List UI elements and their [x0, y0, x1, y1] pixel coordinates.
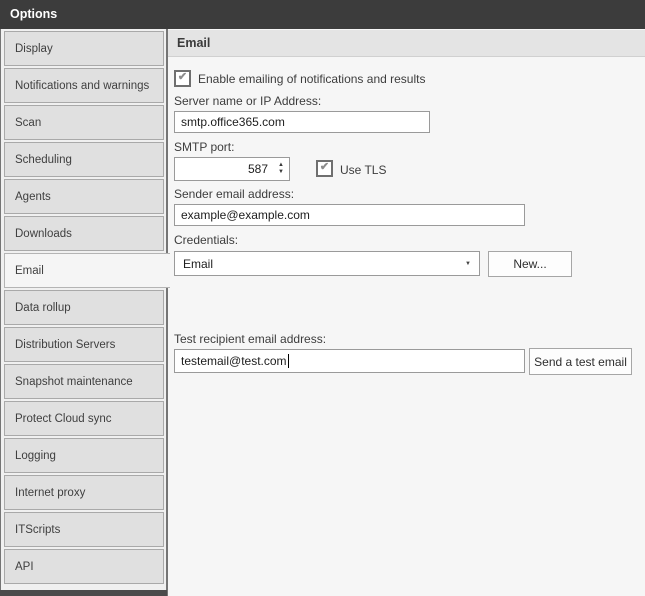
sidebar-item-distribution-servers[interactable]: Distribution Servers — [4, 327, 164, 362]
test-recipient-label: Test recipient email address: — [174, 332, 327, 346]
sidebar-item-downloads[interactable]: Downloads — [4, 216, 164, 251]
sidebar-item-notifications-and-warnings[interactable]: Notifications and warnings — [4, 68, 164, 103]
sidebar-item-itscripts[interactable]: ITScripts — [4, 512, 164, 547]
sidebar-item-label: Downloads — [15, 227, 72, 240]
credentials-selected-value: Email — [183, 256, 214, 271]
spinner-down-icon[interactable]: ▼ — [278, 169, 284, 176]
server-name-input[interactable] — [174, 111, 430, 133]
sidebar-item-api[interactable]: API — [4, 549, 164, 584]
sidebar-item-protect-cloud-sync[interactable]: Protect Cloud sync — [4, 401, 164, 436]
chevron-down-icon: ▼ — [465, 260, 471, 267]
credentials-dropdown[interactable]: Email ▼ — [174, 251, 480, 276]
sidebar-item-email[interactable]: Email — [4, 253, 170, 288]
sidebar-item-label: Protect Cloud sync — [15, 412, 112, 425]
sidebar-item-label: Logging — [15, 449, 56, 462]
sidebar-item-label: Snapshot maintenance — [15, 375, 133, 388]
sidebar-item-scheduling[interactable]: Scheduling — [4, 142, 164, 177]
use-tls-checkbox[interactable]: ✔ — [316, 160, 333, 177]
sidebar-item-label: Scan — [15, 116, 42, 129]
panel-title: Email — [177, 36, 211, 50]
sidebar-item-label: Scheduling — [15, 153, 72, 166]
enable-emailing-checkbox[interactable]: ✔ — [174, 70, 191, 87]
sender-email-label: Sender email address: — [174, 187, 295, 201]
test-recipient-input[interactable]: testemail@test.com — [174, 349, 525, 373]
sidebar-item-label: Distribution Servers — [15, 338, 116, 351]
sidebar-item-data-rollup[interactable]: Data rollup — [4, 290, 164, 325]
sidebar-item-label: ITScripts — [15, 523, 61, 536]
sidebar-item-agents[interactable]: Agents — [4, 179, 164, 214]
sidebar-separator — [166, 29, 168, 596]
test-recipient-value: testemail@test.com — [181, 354, 287, 368]
text-caret — [287, 354, 289, 368]
spinner-arrows: ▲ ▼ — [273, 158, 289, 180]
sidebar-item-label: Notifications and warnings — [15, 79, 150, 92]
window-titlebar: Options — [0, 0, 645, 29]
sender-email-input[interactable] — [174, 204, 525, 226]
send-test-email-button[interactable]: Send a test email — [529, 348, 632, 375]
sidebar-item-label: Data rollup — [15, 301, 71, 314]
new-credentials-button[interactable]: New... — [488, 251, 572, 277]
sidebar-item-logging[interactable]: Logging — [4, 438, 164, 473]
sidebar-item-label: Email — [15, 264, 44, 277]
smtp-port-spinner[interactable]: 587 ▲ ▼ — [174, 157, 290, 181]
checkmark-icon: ✔ — [177, 71, 188, 83]
sidebar-item-label: Display — [15, 42, 53, 55]
use-tls-label: Use TLS — [340, 163, 387, 177]
sidebar-item-label: Agents — [15, 190, 51, 203]
panel-header: Email — [168, 30, 645, 57]
sidebar-item-internet-proxy[interactable]: Internet proxy — [4, 475, 164, 510]
spinner-up-icon[interactable]: ▲ — [278, 162, 284, 169]
smtp-port-value: 587 — [247, 162, 268, 176]
options-sidebar: Display Notifications and warnings Scan … — [0, 29, 170, 596]
enable-emailing-label: Enable emailing of notifications and res… — [198, 72, 426, 86]
checkmark-icon: ✔ — [319, 161, 330, 173]
sidebar-item-label: Internet proxy — [15, 486, 86, 499]
sidebar-item-snapshot-maintenance[interactable]: Snapshot maintenance — [4, 364, 164, 399]
server-name-label: Server name or IP Address: — [174, 94, 322, 108]
sidebar-tab-list: Display Notifications and warnings Scan … — [4, 31, 170, 584]
sidebar-item-display[interactable]: Display — [4, 31, 164, 66]
sidebar-item-label: API — [15, 560, 34, 573]
smtp-port-label: SMTP port: — [174, 140, 235, 154]
credentials-label: Credentials: — [174, 233, 239, 247]
window-title: Options — [10, 7, 58, 21]
sidebar-item-scan[interactable]: Scan — [4, 105, 164, 140]
sidebar-clipped-next-item — [0, 590, 167, 596]
